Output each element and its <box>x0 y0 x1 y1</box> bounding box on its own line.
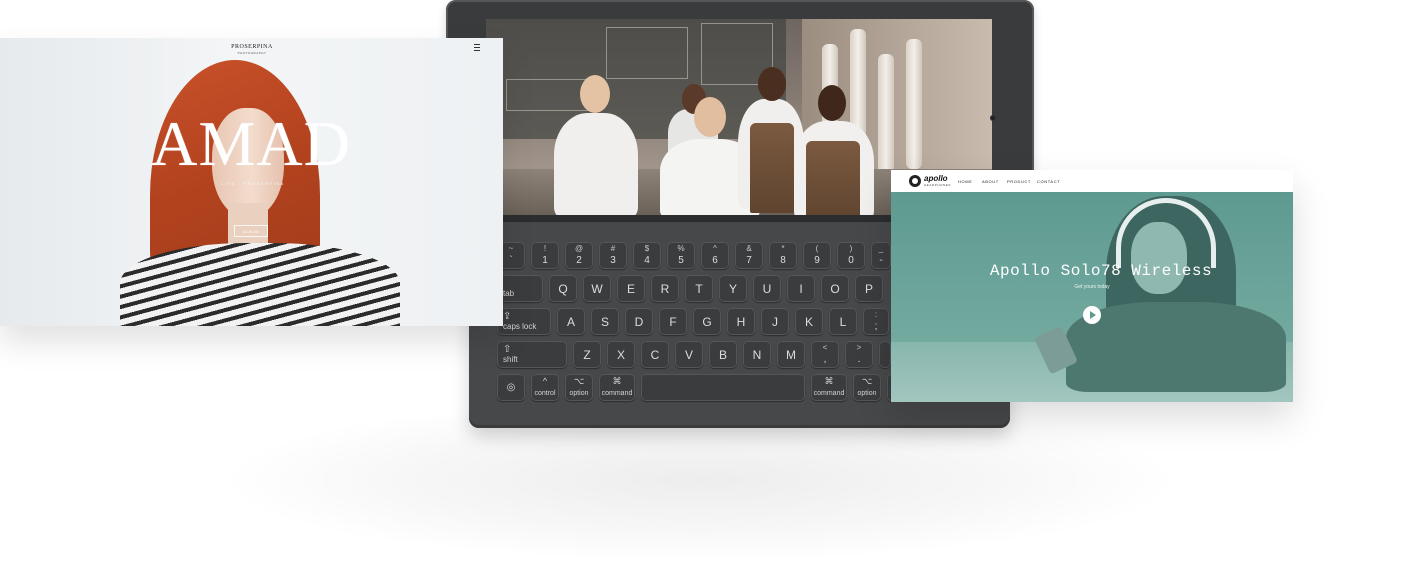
key-b[interactable]: B <box>709 341 737 368</box>
key-9[interactable]: (9 <box>803 242 831 269</box>
key-v[interactable]: V <box>675 341 703 368</box>
key-option-left[interactable]: ⌥ option <box>565 374 593 401</box>
hero-subtitle: Get yours today <box>1074 284 1110 290</box>
site-brand[interactable]: PROSERPINA <box>230 44 274 50</box>
key-f[interactable]: F <box>659 308 687 335</box>
key-4[interactable]: $4 <box>633 242 661 269</box>
key-p[interactable]: P <box>855 275 883 302</box>
apollo-site-card: apollo HEADPHONES HOME ABOUT PRODUCT CON… <box>891 170 1293 402</box>
site-brand-sub: PHOTOGRAPHY <box>237 51 267 55</box>
key-tab[interactable]: tab <box>497 275 543 302</box>
play-icon[interactable] <box>1083 306 1101 324</box>
apollo-logo-icon[interactable] <box>909 175 921 187</box>
key-6[interactable]: ^ 6 <box>701 242 729 269</box>
key-u[interactable]: U <box>753 275 781 302</box>
key-j[interactable]: J <box>761 308 789 335</box>
key-shift[interactable]: ⇧ shift <box>497 341 567 368</box>
key-s[interactable]: S <box>591 308 619 335</box>
nav-product[interactable]: PRODUCT <box>1007 179 1031 184</box>
key-control[interactable]: ^ control <box>531 374 559 401</box>
key-m[interactable]: M <box>777 341 805 368</box>
key-k[interactable]: K <box>795 308 823 335</box>
nav-about[interactable]: ABOUT <box>982 179 999 184</box>
key-z[interactable]: Z <box>573 341 601 368</box>
key-globe[interactable]: ◎ <box>497 374 525 401</box>
key-1[interactable]: ! 1 <box>531 242 559 269</box>
proserpina-site-card: PROSERPINA PHOTOGRAPHY AMAD LIFE . PROSE… <box>0 38 503 326</box>
nav-contact[interactable]: CONTACT <box>1037 179 1060 184</box>
key-minus[interactable]: _ - <box>871 242 891 269</box>
key-3[interactable]: #3 <box>599 242 627 269</box>
key-e[interactable]: E <box>617 275 645 302</box>
hero-title: AMAD <box>151 108 351 179</box>
key-2[interactable]: @2 <box>565 242 593 269</box>
key-h[interactable]: H <box>727 308 755 335</box>
key-8[interactable]: * 8 <box>769 242 797 269</box>
camera-icon <box>990 115 996 121</box>
globe-icon: ◎ <box>506 382 516 393</box>
key-q[interactable]: Q <box>549 275 577 302</box>
key-l[interactable]: L <box>829 308 857 335</box>
key-space[interactable] <box>641 374 805 401</box>
key-i[interactable]: I <box>787 275 815 302</box>
hero-banner: Apollo Solo78 Wireless Get yours today <box>891 192 1293 402</box>
key-5[interactable]: % 5 <box>667 242 695 269</box>
site-nav: apollo HEADPHONES HOME ABOUT PRODUCT CON… <box>891 170 1293 192</box>
hero-title: Apollo Solo78 Wireless <box>989 262 1213 280</box>
key-g[interactable]: G <box>693 308 721 335</box>
key-command-right[interactable]: ⌘ command <box>811 374 847 401</box>
key-y[interactable]: Y <box>719 275 747 302</box>
key-n[interactable]: N <box>743 341 771 368</box>
key-x[interactable]: X <box>607 341 635 368</box>
key-a[interactable]: A <box>557 308 585 335</box>
key-slash[interactable] <box>879 341 891 368</box>
key-7[interactable]: & 7 <box>735 242 763 269</box>
hero-subtitle: LIFE . PROSERPINA <box>221 181 285 186</box>
key-t[interactable]: T <box>685 275 713 302</box>
album-button[interactable]: ALBUM <box>234 225 268 237</box>
key-o[interactable]: O <box>821 275 849 302</box>
key-command-left[interactable]: ⌘ command <box>599 374 635 401</box>
key-0[interactable]: ) 0 <box>837 242 865 269</box>
key-period[interactable]: >. <box>845 341 873 368</box>
key-c[interactable]: C <box>641 341 669 368</box>
key-caps-lock[interactable]: ⇪ caps lock <box>497 308 551 335</box>
key-d[interactable]: D <box>625 308 653 335</box>
nav-home[interactable]: HOME <box>958 179 972 184</box>
key-semicolon[interactable]: :; <box>863 308 889 335</box>
key-w[interactable]: W <box>583 275 611 302</box>
hamburger-icon[interactable] <box>474 44 480 51</box>
key-option-right[interactable]: ⌥ option <box>853 374 881 401</box>
key-r[interactable]: R <box>651 275 679 302</box>
key-comma[interactable]: <, <box>811 341 839 368</box>
site-logo[interactable]: apollo <box>924 174 948 183</box>
site-logo-sub: HEADPHONES <box>924 183 952 187</box>
striped-shirt <box>120 243 400 326</box>
